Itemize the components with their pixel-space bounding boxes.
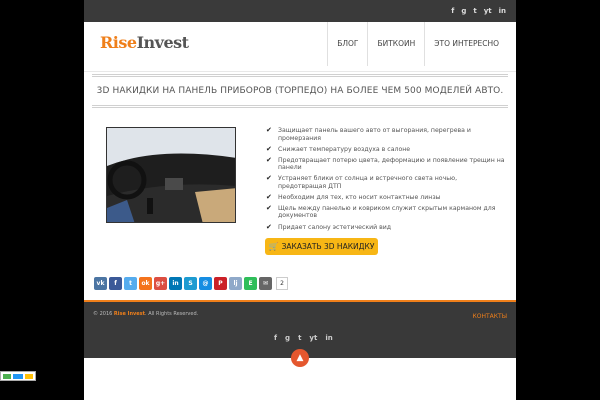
contacts-link[interactable]: КОНТАКТЫ	[473, 313, 507, 320]
page: f g t yt in RiseInvest БЛОГ БИТКОИН ЭТО …	[84, 0, 516, 400]
logo-part-1: Rise	[100, 33, 137, 52]
feature-item: ✔ Необходим для тех, кто носит контактные…	[266, 192, 441, 201]
feature-item: ✔ Придает салону эстетический вид	[266, 222, 392, 231]
evernote-share-icon[interactable]: E	[244, 277, 257, 290]
check-icon: ✔	[266, 144, 272, 153]
car-dashboard-photo	[106, 127, 236, 223]
nav-item-bitcoin[interactable]: БИТКОИН	[367, 22, 424, 66]
share-buttons: vk f t ok g+ in S @ P lj E ✉ 2	[94, 277, 288, 290]
odnoklassniki-share-icon[interactable]: ok	[139, 277, 152, 290]
mail-ru-share-icon[interactable]: @	[199, 277, 212, 290]
youtube-icon[interactable]: yt	[309, 332, 317, 344]
facebook-share-icon[interactable]: f	[109, 277, 122, 290]
order-button-label: ЗАКАЗАТЬ 3D НАКИДКУ	[281, 242, 375, 251]
google-plus-share-icon[interactable]: g+	[154, 277, 167, 290]
share-count: 2	[276, 277, 288, 290]
feature-list: ✔ Защищает панель вашего авто от выгорани…	[266, 126, 506, 235]
scroll-to-top-button[interactable]: ▲	[291, 349, 309, 367]
copyright: © 2016 Rise Invest. All Rights Reserved.	[93, 311, 199, 317]
feature-item: ✔ Щель между панелью и ковриком служит ск…	[266, 203, 496, 220]
social-links-footer: f g t yt in	[274, 332, 333, 344]
page-headline: 3D НАКИДКИ НА ПАНЕЛЬ ПРИБОРОВ (ТОРПЕДО) …	[96, 86, 504, 96]
mini-widget	[0, 371, 36, 381]
linkedin-icon[interactable]: in	[325, 332, 332, 344]
skype-share-icon[interactable]: S	[184, 277, 197, 290]
header: RiseInvest БЛОГ БИТКОИН ЭТО ИНТЕРЕСНО	[84, 22, 516, 72]
linkedin-share-icon[interactable]: in	[169, 277, 182, 290]
check-icon: ✔	[266, 155, 272, 164]
main-nav: БЛОГ БИТКОИН ЭТО ИНТЕРЕСНО	[327, 22, 508, 66]
twitter-icon[interactable]: t	[473, 5, 476, 17]
facebook-icon[interactable]: f	[274, 332, 277, 344]
linkedin-icon[interactable]: in	[499, 5, 506, 17]
social-links-top: f g t yt in	[451, 5, 506, 17]
order-button[interactable]: 🛒 ЗАКАЗАТЬ 3D НАКИДКУ	[265, 238, 378, 255]
headline-box: 3D НАКИДКИ НА ПАНЕЛЬ ПРИБОРОВ (ТОРПЕДО) …	[92, 74, 508, 108]
google-plus-icon[interactable]: g	[285, 332, 290, 344]
feature-item: ✔ Устраняет блики от солнца и встречного …	[266, 174, 458, 190]
nav-item-blog[interactable]: БЛОГ	[327, 22, 367, 66]
top-bar: f g t yt in	[84, 0, 516, 22]
check-icon: ✔	[266, 126, 272, 134]
check-icon: ✔	[266, 222, 272, 231]
email-share-icon[interactable]: ✉	[259, 277, 272, 290]
chevron-up-icon: ▲	[296, 353, 304, 363]
pinterest-share-icon[interactable]: P	[214, 277, 227, 290]
google-plus-icon[interactable]: g	[461, 5, 466, 17]
youtube-icon[interactable]: yt	[484, 5, 492, 17]
cart-icon: 🛒	[268, 242, 279, 251]
vk-share-icon[interactable]: vk	[94, 277, 107, 290]
twitter-share-icon[interactable]: t	[124, 277, 137, 290]
feature-item: ✔ Снижает температуру воздуха в салоне	[266, 144, 411, 153]
check-icon: ✔	[266, 192, 272, 201]
twitter-icon[interactable]: t	[298, 332, 301, 344]
facebook-icon[interactable]: f	[451, 5, 454, 17]
livejournal-share-icon[interactable]: lj	[229, 277, 242, 290]
nav-item-interesting[interactable]: ЭТО ИНТЕРЕСНО	[424, 22, 508, 66]
car-dashboard-image	[107, 128, 235, 222]
check-icon: ✔	[266, 174, 272, 183]
feature-item: ✔ Предотвращает потерю цвета, деформацию …	[266, 155, 505, 172]
logo-part-2: Invest	[136, 33, 190, 52]
footer-brand[interactable]: Rise Invest	[114, 311, 145, 317]
feature-item: ✔ Защищает панель вашего авто от выгорани…	[266, 126, 471, 142]
site-logo[interactable]: RiseInvest	[100, 33, 189, 52]
check-icon: ✔	[266, 203, 272, 212]
